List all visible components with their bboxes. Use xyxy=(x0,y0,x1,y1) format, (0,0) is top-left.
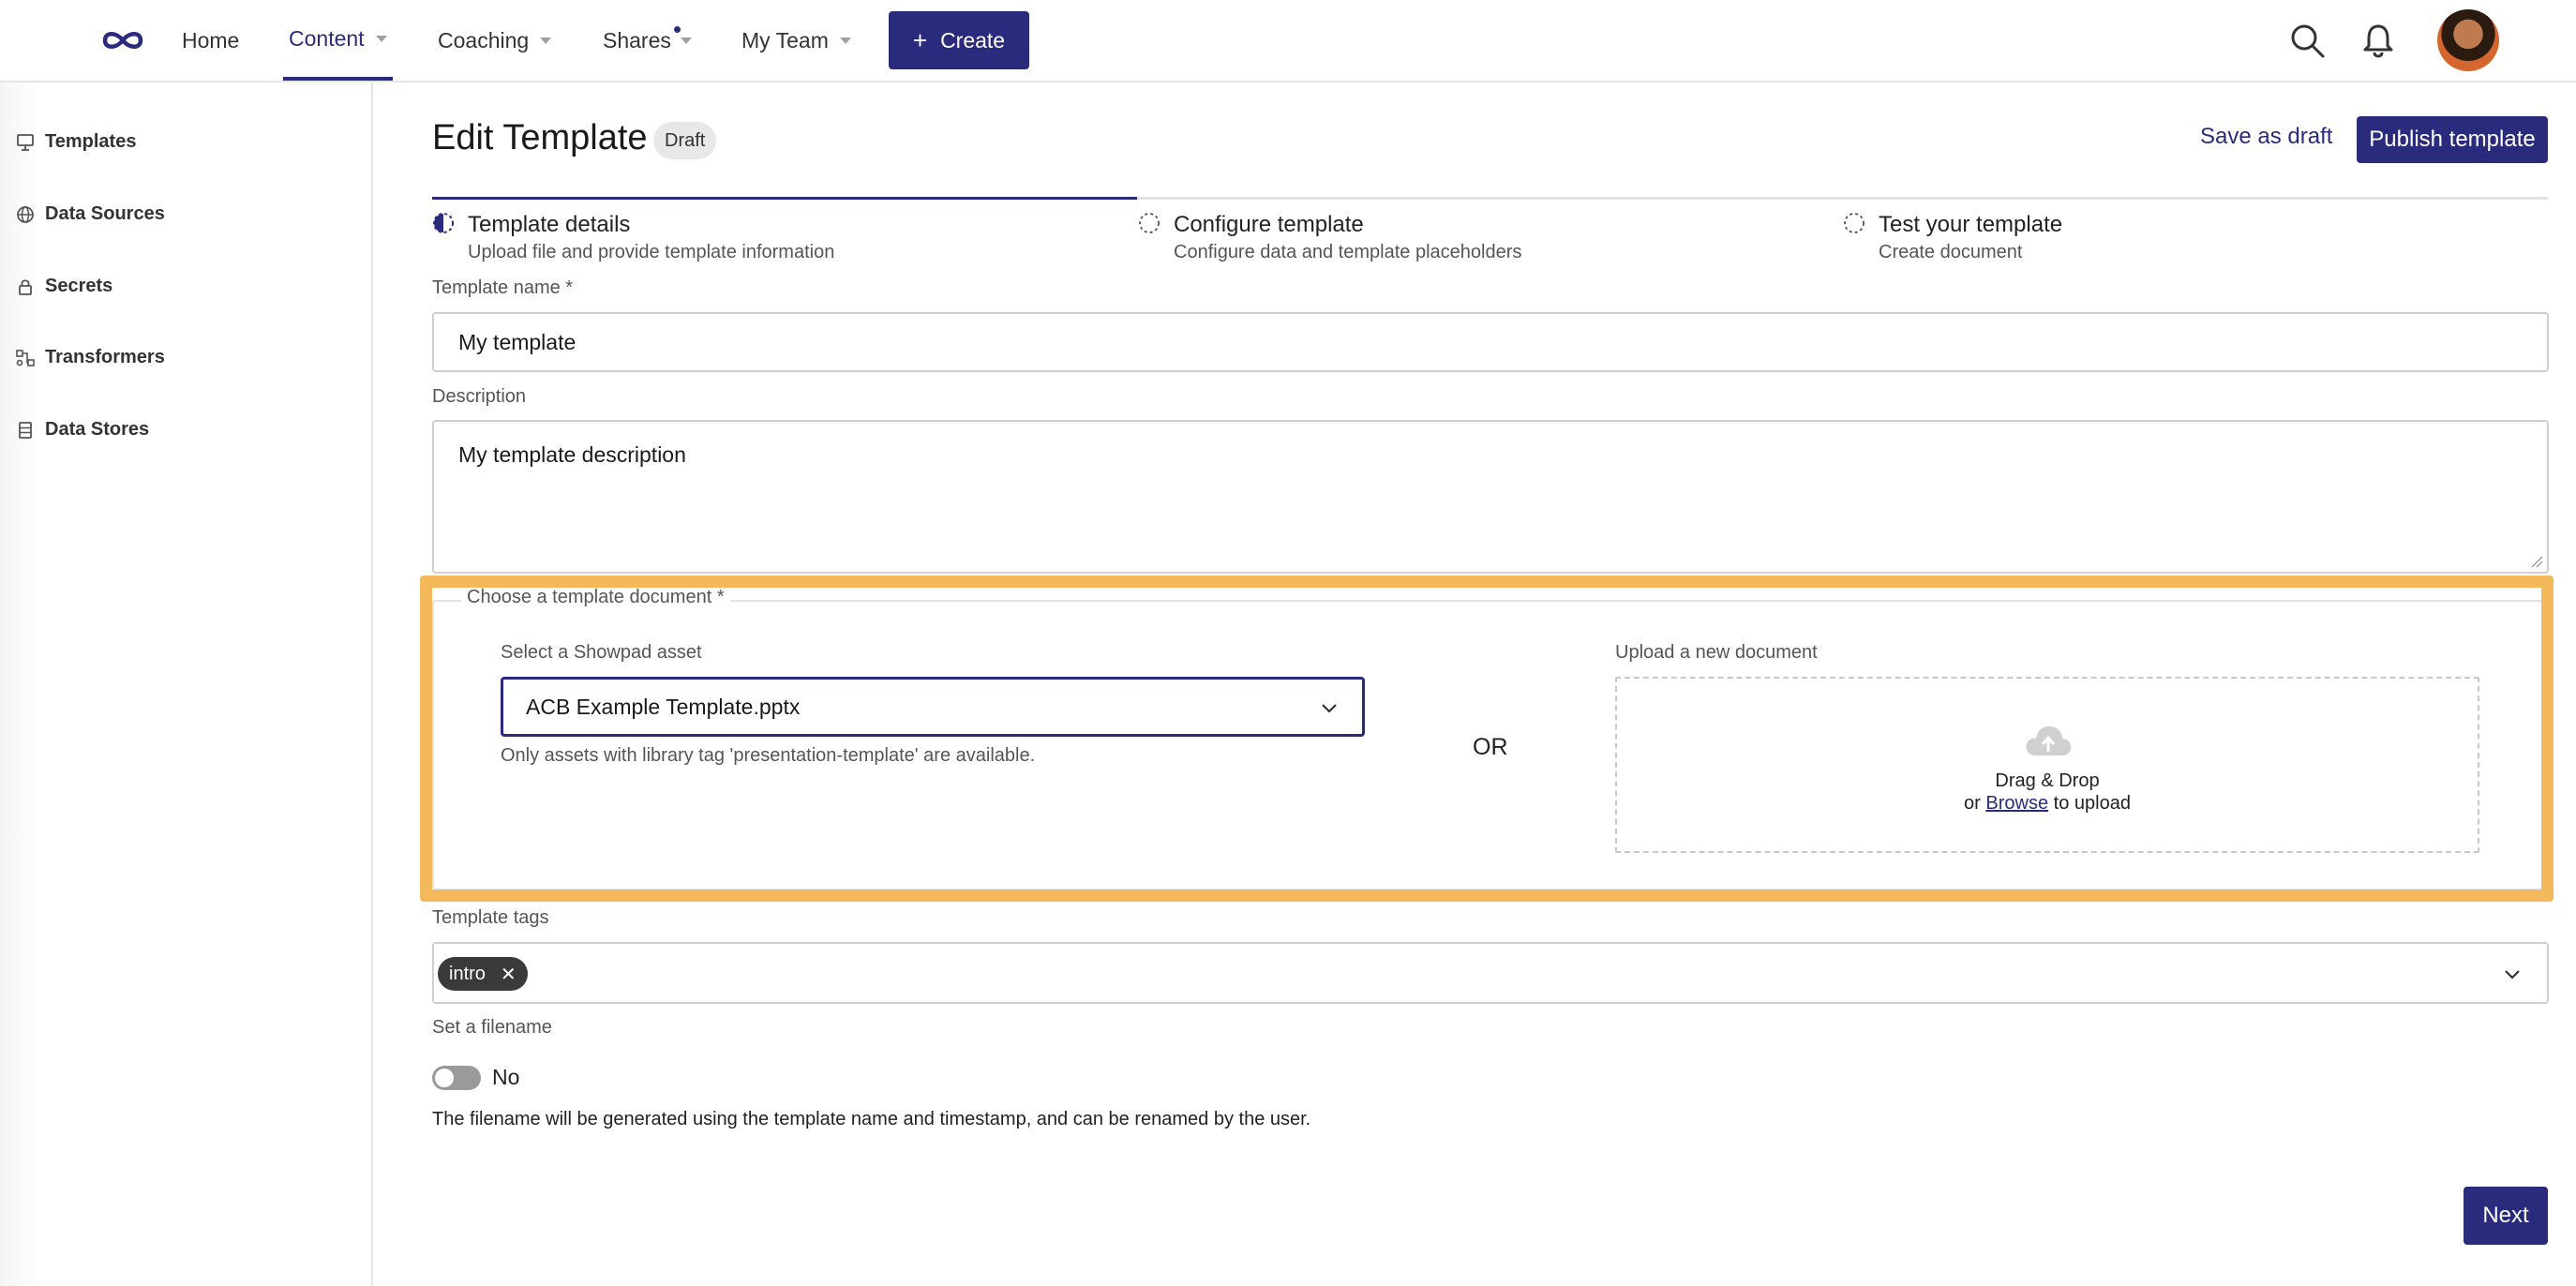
plus-icon: + xyxy=(912,26,928,54)
description-label: Description xyxy=(432,386,527,407)
nav-content[interactable]: Content xyxy=(283,0,393,81)
toggle-knob xyxy=(435,1069,454,1087)
user-avatar[interactable] xyxy=(2437,9,2499,71)
filename-toggle-label: No xyxy=(492,1065,520,1089)
caret-down-icon xyxy=(375,35,387,42)
sidebar-item-data-sources[interactable]: Data Sources xyxy=(15,203,165,225)
description-text: My template description xyxy=(458,442,686,467)
nav-my-team[interactable]: My Team xyxy=(741,0,851,81)
nav-home-label: Home xyxy=(182,27,240,52)
step-title: Test your template xyxy=(1879,212,2063,237)
nav-shares[interactable]: Shares xyxy=(603,0,692,81)
notification-dot xyxy=(674,26,681,33)
dashed-circle-icon xyxy=(1844,213,1865,233)
half-circle-progress-icon xyxy=(433,213,454,233)
nav-coaching-label: Coaching xyxy=(438,27,530,52)
step-title: Template details xyxy=(468,212,631,237)
publish-template-button[interactable]: Publish template xyxy=(2357,116,2548,163)
sidebar-item-transformers[interactable]: Transformers xyxy=(15,347,165,368)
top-navigation: Home Content Coaching Shares My Team + C… xyxy=(0,0,2576,82)
nav-home[interactable]: Home xyxy=(182,0,239,81)
caret-down-icon xyxy=(839,37,851,44)
template-name-input[interactable]: My template xyxy=(432,312,2549,372)
presentation-icon xyxy=(17,133,34,151)
step-subtitle: Create document xyxy=(1879,242,2023,262)
sidebar-item-label: Data Stores xyxy=(45,419,150,440)
step-subtitle: Upload file and provide template informa… xyxy=(468,242,835,262)
nav-my-team-label: My Team xyxy=(741,27,829,52)
save-as-draft-link[interactable]: Save as draft xyxy=(2200,124,2332,150)
nav-content-label: Content xyxy=(289,25,365,51)
sidebar: Templates Data Sources Secrets Transform… xyxy=(0,82,373,1286)
flow-icon xyxy=(16,349,35,366)
sidebar-item-label: Transformers xyxy=(45,347,165,367)
filename-label: Set a filename xyxy=(432,1017,552,1038)
status-badge: Draft xyxy=(653,122,717,159)
step-title: Configure template xyxy=(1174,212,1364,237)
description-textarea[interactable]: My template description xyxy=(432,420,2549,574)
filename-helper: The filename will be generated using the… xyxy=(432,1109,1311,1129)
template-name-label: Template name * xyxy=(432,277,574,298)
next-button[interactable]: Next xyxy=(2464,1187,2548,1245)
nav-coaching[interactable]: Coaching xyxy=(438,0,552,81)
template-tags-label: Template tags xyxy=(432,907,549,928)
dashed-circle-icon xyxy=(1139,213,1160,233)
template-tags-input[interactable]: intro ✕ xyxy=(432,942,2549,1004)
database-icon xyxy=(19,421,32,439)
sidebar-item-label: Templates xyxy=(45,131,137,152)
sidebar-item-data-stores[interactable]: Data Stores xyxy=(15,419,149,441)
create-button-label: Create xyxy=(940,27,1006,52)
showpad-logo-icon[interactable] xyxy=(97,26,148,54)
sidebar-item-label: Data Sources xyxy=(45,203,165,224)
lock-icon xyxy=(19,278,32,295)
close-icon[interactable]: ✕ xyxy=(501,963,517,986)
page-title: Edit Template xyxy=(432,118,648,157)
caret-down-icon xyxy=(540,37,552,44)
search-icon[interactable] xyxy=(2287,21,2327,60)
sidebar-item-label: Secrets xyxy=(45,276,113,296)
stepper-progress-fill xyxy=(432,197,1137,200)
create-button[interactable]: + Create xyxy=(889,11,1029,69)
resize-handle-icon[interactable] xyxy=(2530,555,2543,568)
caret-down-icon xyxy=(680,37,692,44)
sidebar-item-templates[interactable]: Templates xyxy=(15,131,136,153)
step-subtitle: Configure data and template placeholders xyxy=(1174,242,1522,262)
filename-toggle[interactable] xyxy=(432,1066,481,1090)
highlight-frame xyxy=(420,576,2554,902)
tag-chip-label: intro xyxy=(449,963,486,984)
globe-icon xyxy=(17,205,34,223)
chevron-down-icon[interactable] xyxy=(2502,964,2523,985)
stepper-progress-track xyxy=(432,197,2548,200)
nav-shares-label: Shares xyxy=(603,27,671,52)
sidebar-item-secrets[interactable]: Secrets xyxy=(15,276,112,297)
tag-chip[interactable]: intro ✕ xyxy=(438,957,528,991)
bell-icon[interactable] xyxy=(2359,21,2398,60)
